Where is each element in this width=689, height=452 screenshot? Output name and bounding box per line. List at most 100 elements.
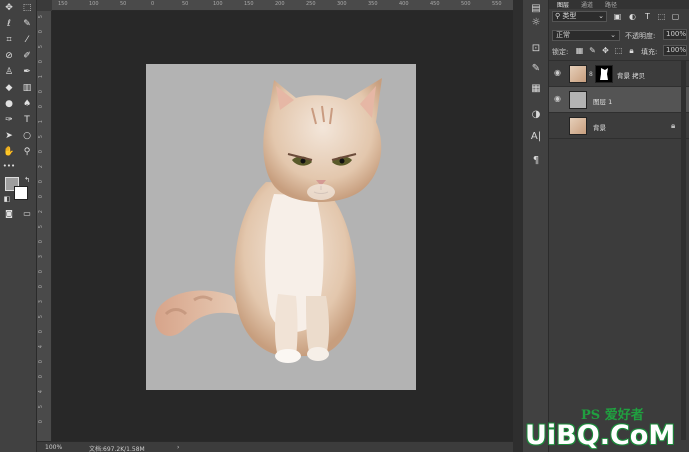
adjustments-icon[interactable]: ⊡ [529,42,543,56]
lock-position-icon[interactable]: ✥ [601,46,610,55]
type-filter-icon[interactable]: T [643,12,652,21]
tools-panel: ✥ ⬚ ℓ ✎ ⌗ ⁄ ⊘ ✐ ♙ ✒ ◆ ▥ ● ♠ ✑ T ➤ ○ ✋ ⚲ … [0,0,37,452]
layer-name[interactable]: 图层 1 [593,96,612,106]
ruler-tick-label: 0 [38,330,44,334]
layer-name[interactable]: 背景 拷贝 [617,70,645,80]
ruler-tick-label: 2 [38,165,44,169]
lock-artboard-icon[interactable]: ⬚ [614,46,623,55]
quick-select-tool-icon[interactable]: ✎ [20,18,34,30]
layer-name[interactable]: 背景 [593,122,606,132]
background-color-swatch[interactable] [14,186,28,200]
layer-row-selected[interactable]: ◉ 图层 1 [549,86,689,112]
default-colors-icon[interactable]: ◧ [0,193,14,205]
paragraph-panel-icon[interactable]: ¶ [529,154,543,168]
ruler-tick-label: 3 [38,300,44,304]
layer-row[interactable]: ◉ 8 背景 拷贝 [549,60,689,86]
layer-thumbnail [569,91,587,109]
layer-filter-select[interactable]: ⚲ 类型 ⌄ [552,11,607,22]
ruler-tick-label: 0 [38,375,44,379]
lock-all-icon[interactable]: 🔒︎ [627,46,636,55]
ruler-tick-label: 50 [120,1,127,7]
brush-panel-icon[interactable]: ✎ [529,62,543,76]
ruler-tick-label: 1 [38,120,44,124]
gradient-tool-icon[interactable]: ▥ [20,82,34,94]
blur-tool-icon[interactable]: ● [2,98,16,110]
tab-channels[interactable]: 通道 [581,0,593,9]
screen-mode-icon[interactable]: ▭ [20,208,34,220]
blend-mode-select[interactable]: 正常 ⌄ [552,30,620,41]
panel-divider [513,0,523,452]
pen-tool-icon[interactable]: ✑ [2,114,16,126]
zoom-tool-icon[interactable]: ⚲ [20,146,34,158]
ruler-tick-label: 0 [38,195,44,199]
ruler-tick-label: 4 [38,390,44,394]
swatches-icon[interactable]: ▦ [529,82,543,96]
adjustment-filter-icon[interactable]: ◐ [628,12,637,21]
dodge-tool-icon[interactable]: ♠ [20,98,34,110]
layer-mask-thumbnail[interactable] [595,65,613,83]
type-tool-icon[interactable]: T [20,114,34,126]
ruler-tick-label: 0 [38,150,44,154]
marquee-tool-icon[interactable]: ⬚ [20,2,34,14]
ellipse-tool-icon[interactable]: ○ [20,130,34,142]
lasso-tool-icon[interactable]: ℓ [2,18,16,30]
ruler-tick-label: 5 [38,135,44,139]
more-tools-icon[interactable]: ••• [2,160,16,172]
stamp-tool-icon[interactable]: ♙ [2,66,16,78]
panel-icon-strip: ▤ ☼ ⊡ ✎ ▦ ◑ A| ¶ [523,0,549,452]
ruler-tick-label: 0 [38,285,44,289]
ruler-tick-label: 50 [182,1,189,7]
ruler-tick-label: 550 [492,1,502,7]
visibility-eye-icon[interactable]: ◉ [554,69,564,77]
pixel-filter-icon[interactable]: ▣ [613,12,622,21]
zoom-level[interactable]: 100% [45,444,62,451]
ruler-tick-label: 5 [38,45,44,49]
ruler-tick-label: 5 [38,405,44,409]
status-bar: 100% 文档:697.2K/1.58M › [37,441,513,452]
healing-tool-icon[interactable]: ⊘ [2,50,16,62]
hand-tool-icon[interactable]: ✋ [2,146,16,158]
ruler-tick-label: 0 [38,90,44,94]
canvas-area[interactable] [52,11,513,441]
tab-layers[interactable]: 图层 [557,0,569,9]
panel-tab-bar: 图层 通道 路径 [549,0,689,9]
move-tool-icon[interactable]: ✥ [2,2,16,14]
ruler-tick-label: 3 [38,255,44,259]
ruler-tick-label: 5 [38,225,44,229]
opacity-input[interactable]: 100% [663,29,687,40]
link-icon[interactable]: 8 [589,71,593,78]
light-bulb-icon[interactable]: ☼ [529,16,543,30]
fill-input[interactable]: 100% [663,45,687,56]
lock-pixels-icon[interactable]: ✎ [588,46,597,55]
ruler-tick-label: 0 [38,360,44,364]
status-arrow-icon[interactable]: › [177,444,179,451]
layer-thumbnail [569,65,587,83]
crop-tool-icon[interactable]: ⌗ [2,34,16,46]
swap-colors-icon[interactable]: ↰ [20,174,34,186]
smart-object-filter-icon[interactable]: ▢ [671,12,680,21]
document-size: 文档:697.2K/1.58M [89,446,145,452]
brush-tool-icon[interactable]: ✐ [20,50,34,62]
layer-thumbnail [569,117,587,135]
history-brush-tool-icon[interactable]: ✒ [20,66,34,78]
ruler-tick-label: 0 [38,30,44,34]
eyedropper-tool-icon[interactable]: ⁄ [20,34,34,46]
layer-row[interactable]: 背景 🔒︎ [549,112,689,138]
ruler-tick-label: 0 [38,180,44,184]
ruler-tick-label: 150 [244,1,254,7]
eraser-tool-icon[interactable]: ◆ [2,82,16,94]
tab-paths[interactable]: 路径 [605,0,617,9]
character-panel-icon[interactable]: A| [529,130,543,144]
visibility-eye-icon[interactable]: ◉ [554,95,564,103]
lock-transparent-icon[interactable]: ▦ [575,46,584,55]
ruler-tick-label: 0 [38,240,44,244]
document-canvas[interactable] [146,64,416,390]
history-panel-icon[interactable]: ▤ [529,2,543,16]
ruler-tick-label: 250 [306,1,316,7]
layers-scrollbar[interactable] [681,60,686,440]
quick-mask-icon[interactable]: ◙ [2,208,16,220]
path-select-tool-icon[interactable]: ➤ [2,130,16,142]
ruler-tick-label: 0 [38,105,44,109]
styles-icon[interactable]: ◑ [529,108,543,122]
shape-filter-icon[interactable]: ⬚ [657,12,666,21]
